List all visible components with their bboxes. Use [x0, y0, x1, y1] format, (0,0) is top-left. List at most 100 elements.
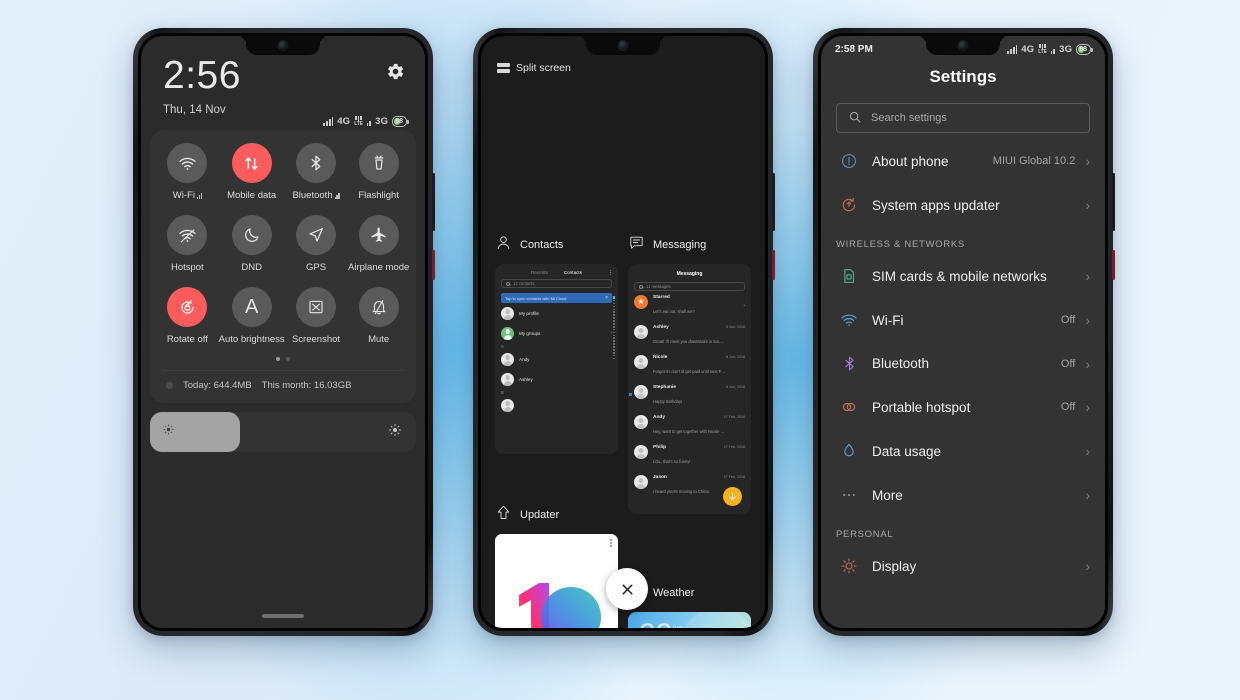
tile-flashlight[interactable]: Flashlight	[347, 143, 410, 201]
phone3-screen: 2:58 PM 4G LTE 3G 58 Settings Search set…	[821, 36, 1105, 628]
settings-item-label: SIM cards & mobile networks	[872, 268, 1047, 284]
thread-name: Starred	[653, 294, 670, 300]
home-indicator[interactable]	[262, 614, 304, 618]
messaging-search-field[interactable]: 11 messages	[634, 282, 745, 291]
tile-gps[interactable]: GPS	[285, 215, 348, 273]
settings-item-label: More	[872, 487, 903, 503]
tile-auto-brightness[interactable]: A Auto brightness	[219, 287, 285, 345]
contacts-search-field[interactable]: 12 contacts	[501, 279, 612, 288]
data-usage-month: This month: 16.03GB	[261, 380, 352, 391]
flashlight-icon	[358, 143, 399, 183]
tile-rotate-off[interactable]: Rotate off	[156, 287, 219, 345]
list-item[interactable]: Ashley	[495, 369, 618, 389]
bell-mute-icon	[358, 287, 399, 327]
close-button[interactable]	[606, 568, 648, 610]
phone-device-recents: Split screen Contacts Recents Contacts 1…	[473, 28, 775, 636]
more-vertical-icon[interactable]	[609, 269, 611, 276]
airplane-icon	[358, 215, 399, 255]
split-screen-button[interactable]: Split screen	[497, 62, 571, 74]
list-item[interactable]: My groups ›	[495, 323, 618, 343]
avatar	[634, 414, 648, 429]
settings-item-value: Off	[1060, 314, 1076, 326]
tile-mobile-data[interactable]: Mobile data	[219, 143, 285, 201]
volume-button[interactable]	[1112, 173, 1115, 231]
tile-airplane-mode[interactable]: Airplane mode	[347, 215, 410, 273]
tile-label: Bluetooth	[292, 190, 333, 201]
thread-preview: Great! I'll meet you downstairs in ten…	[653, 338, 724, 344]
settings-item-label: Portable hotspot	[872, 399, 971, 415]
tile-wifi[interactable]: Wi-Fi	[156, 143, 219, 201]
list-item[interactable]: Ashley 8 Jun, 2018 Great! I'll meet you do…	[628, 321, 751, 351]
data-usage-dot-icon	[166, 382, 173, 389]
settings-item-data-usage[interactable]: Data usage ›	[821, 429, 1105, 473]
sync-banner[interactable]: Tap to sync contacts with Mi Cloud ×	[501, 293, 612, 303]
settings-item-about-phone[interactable]: About phone MIUI Global 10.2 ›	[821, 139, 1105, 183]
contact-name: Ashley	[519, 376, 533, 382]
recent-card-updater[interactable]: Updater	[495, 504, 618, 628]
more-vertical-icon[interactable]	[610, 539, 612, 547]
tab-contacts[interactable]: Contacts	[564, 270, 582, 275]
tile-dnd[interactable]: DND	[219, 215, 285, 273]
moon-icon	[231, 215, 272, 255]
list-item[interactable]	[495, 395, 618, 415]
tile-mute[interactable]: Mute	[347, 287, 410, 345]
search-placeholder: Search settings	[871, 112, 947, 124]
power-button[interactable]	[1112, 250, 1115, 280]
thread-time: 8 Jun, 2018	[726, 384, 745, 389]
recent-card-weather[interactable]: Weather 22°C Haidian Clear	[628, 504, 751, 628]
close-icon[interactable]: ×	[605, 295, 608, 301]
notch	[586, 36, 660, 55]
power-button[interactable]	[772, 250, 775, 280]
settings-item-label: Wi-Fi	[872, 312, 904, 328]
phone-device-quick-settings: 2:56 Thu, 14 Nov 4G LTE 3G 58 Wi-Fi Mobi…	[133, 28, 435, 636]
tile-hotspot[interactable]: Hotspot	[156, 215, 219, 273]
power-button[interactable]	[432, 250, 435, 280]
settings-item-sim-cards[interactable]: SIM cards & mobile networks ›	[821, 254, 1105, 298]
settings-item-wifi[interactable]: Wi-Fi Off ›	[821, 298, 1105, 342]
weather-unit: °C	[672, 625, 683, 629]
tile-label: Screenshot	[291, 334, 341, 345]
contacts-search-placeholder: 12 contacts	[513, 281, 535, 286]
tile-label: Flashlight	[358, 190, 399, 201]
list-item[interactable]: Andy	[495, 349, 618, 369]
data-usage-row[interactable]: Today: 644.4MB This month: 16.03GB	[156, 371, 410, 393]
volume-button[interactable]	[432, 173, 435, 231]
contact-name: Andy	[519, 356, 530, 362]
tile-label: DND	[241, 262, 262, 273]
list-item[interactable]: ★ Starred Let's eat out, shall we? ›	[628, 291, 751, 321]
avatar	[634, 354, 648, 369]
tab-recents[interactable]: Recents	[531, 270, 548, 275]
tile-bluetooth[interactable]: Bluetooth	[285, 143, 348, 201]
chevron-right-icon: ›	[743, 303, 745, 309]
settings-item-label: Data usage	[872, 443, 942, 459]
battery-percent: 58	[395, 118, 403, 125]
avatar	[501, 372, 514, 386]
recent-card-contacts[interactable]: Contacts Recents Contacts 12 contacts Ta…	[495, 234, 618, 514]
alphabet-scrollbar[interactable]	[612, 296, 616, 450]
settings-item-value: MIUI Global 10.2	[992, 155, 1076, 167]
list-item[interactable]: Andy 17 Feb, 2018 Hey, want to get togethe…	[628, 411, 751, 441]
sun-small-icon	[162, 423, 175, 441]
battery-icon: 58	[392, 116, 409, 127]
brightness-icon	[836, 557, 862, 575]
list-item[interactable]: Philip 17 Feb, 2018 LOL, that's so funny!	[628, 441, 751, 471]
settings-item-value: Off	[1060, 357, 1076, 370]
brightness-slider[interactable]	[150, 412, 416, 452]
list-item[interactable]: Nicole 8 Jun, 2018 Forgot it I don't til g…	[628, 351, 751, 381]
settings-item-display[interactable]: Display ›	[821, 544, 1105, 588]
gear-icon[interactable]	[386, 62, 405, 81]
settings-item-label: Display	[872, 558, 917, 574]
chevron-right-icon: ›	[1085, 312, 1090, 328]
list-item[interactable]: My profile	[495, 303, 618, 323]
volume-button[interactable]	[772, 173, 775, 231]
settings-item-more[interactable]: More ›	[821, 473, 1105, 517]
location-arrow-icon	[296, 215, 336, 255]
list-item[interactable]: Stephanie 8 Jun, 2018 Happy Birthday!	[628, 381, 751, 411]
search-input[interactable]: Search settings	[836, 103, 1090, 133]
tile-screenshot[interactable]: Screenshot	[285, 287, 348, 345]
settings-item-portable-hotspot[interactable]: Portable hotspot Off ›	[821, 385, 1105, 429]
settings-item-system-apps-updater[interactable]: System apps updater ›	[821, 183, 1105, 227]
settings-item-bluetooth[interactable]: Bluetooth Off ›	[821, 342, 1105, 385]
recent-card-messaging[interactable]: Messaging Messaging 11 messages ★ Starred…	[628, 234, 751, 514]
messaging-app-preview: Messaging 11 messages ★ Starred Let's eat …	[628, 264, 751, 514]
